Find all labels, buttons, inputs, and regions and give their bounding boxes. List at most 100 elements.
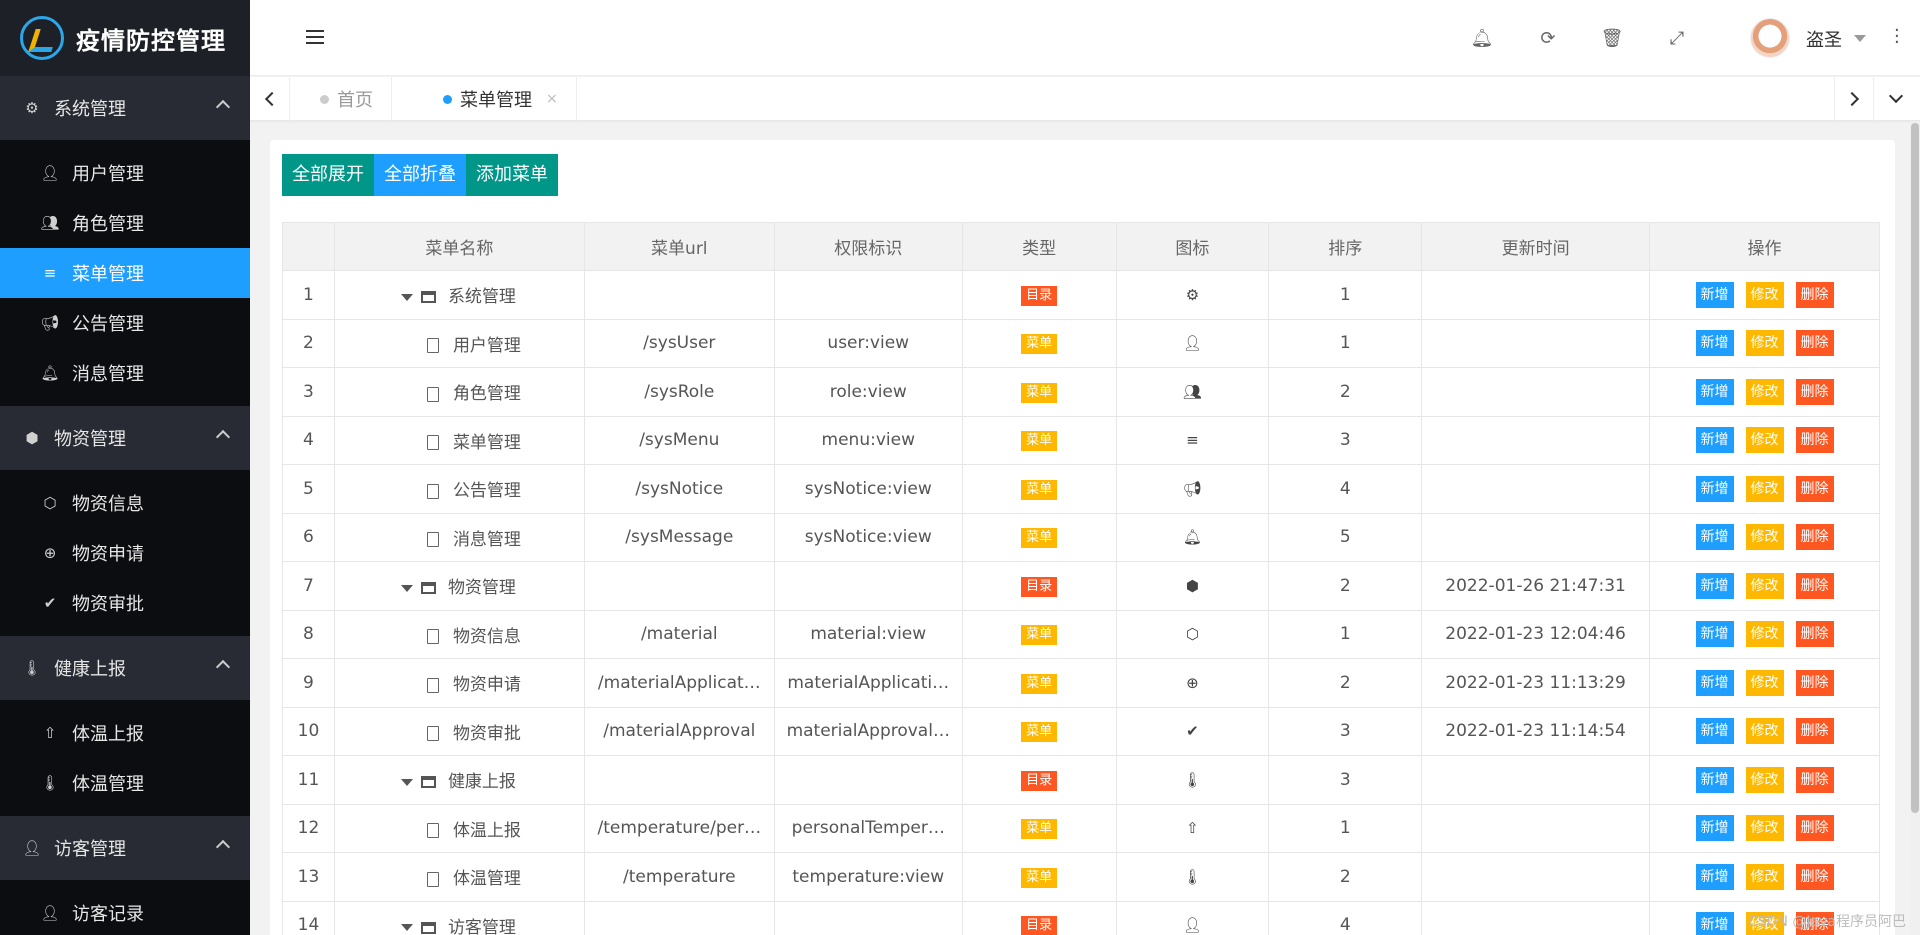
user-icon: 👤︎ — [40, 164, 60, 182]
add-button[interactable]: 新增 — [1695, 281, 1734, 308]
icon-cell: 🌡︎ — [1115, 755, 1270, 805]
close-icon[interactable]: × — [546, 91, 558, 107]
caret-down-icon[interactable] — [400, 924, 413, 932]
type-badge: 菜单 — [1021, 867, 1058, 888]
permission — [773, 561, 963, 611]
edit-button[interactable]: 修改 — [1745, 766, 1784, 793]
icon-cell: ⇧ — [1115, 803, 1270, 853]
sidebar-item[interactable]: 🔔︎ 消息管理 — [0, 348, 250, 398]
actions-cell: 新增 修改 删除 — [1649, 658, 1880, 708]
delete-button[interactable]: 删除 — [1795, 475, 1834, 502]
tab-menu-management[interactable]: 菜单管理 × — [413, 77, 577, 121]
caret-down-icon[interactable] — [400, 293, 413, 301]
delete-button[interactable]: 删除 — [1795, 378, 1834, 405]
sidebar-item[interactable]: 👤︎ 访客记录 — [0, 888, 250, 935]
actions-cell: 新增 修改 删除 — [1649, 367, 1880, 417]
scrollbar[interactable] — [1910, 121, 1920, 935]
more-icon[interactable]: · · · — [1894, 22, 1900, 52]
tab-scroll-right-button[interactable] — [1834, 77, 1874, 121]
delete-button[interactable]: 删除 — [1795, 524, 1834, 551]
permission: material:view — [773, 609, 963, 659]
sidebar-item[interactable]: 👤︎ 用户管理 — [0, 148, 250, 198]
trash-icon[interactable]: 🗑︎ — [1601, 28, 1624, 49]
column-header: 图标 — [1115, 222, 1270, 271]
delete-button[interactable]: 删除 — [1795, 718, 1834, 745]
edit-button[interactable]: 修改 — [1745, 475, 1784, 502]
sidebar-item[interactable]: ⇧ 体温上报 — [0, 708, 250, 758]
username[interactable]: 盗圣 — [1806, 26, 1842, 52]
column-header: 菜单名称 — [333, 222, 585, 271]
sidebar-group[interactable]: 👤︎ 访客管理 — [0, 816, 250, 880]
menu-toggle-icon[interactable] — [306, 30, 324, 46]
edit-button[interactable]: 修改 — [1745, 378, 1784, 405]
collapse-all-button[interactable]: 全部折叠 — [374, 154, 466, 196]
delete-button[interactable]: 删除 — [1795, 330, 1834, 357]
edit-button[interactable]: 修改 — [1745, 427, 1784, 454]
menu-name-cell: 物资管理 — [333, 561, 585, 611]
menu-name-cell: 消息管理 — [333, 512, 585, 562]
scrollbar-thumb[interactable] — [1911, 123, 1919, 813]
add-button[interactable]: 新增 — [1695, 912, 1734, 935]
fullscreen-icon[interactable]: ⤢ — [1667, 28, 1687, 49]
chevron-up-icon — [215, 429, 231, 445]
add-button[interactable]: 新增 — [1695, 621, 1734, 648]
sidebar-item[interactable]: ✔ 物资审批 — [0, 578, 250, 628]
delete-button[interactable]: 删除 — [1795, 621, 1834, 648]
avatar[interactable] — [1750, 18, 1790, 58]
edit-button[interactable]: 修改 — [1745, 330, 1784, 357]
add-button[interactable]: 新增 — [1695, 572, 1734, 599]
edit-button[interactable]: 修改 — [1745, 669, 1784, 696]
edit-button[interactable]: 修改 — [1745, 863, 1784, 890]
column-header: 类型 — [961, 222, 1117, 271]
type-badge: 菜单 — [1021, 528, 1058, 549]
logo[interactable]: 疫情防控管理 — [0, 0, 250, 76]
edit-button[interactable]: 修改 — [1745, 572, 1784, 599]
caret-down-icon[interactable] — [400, 778, 413, 786]
sidebar-item[interactable]: 📢︎ 公告管理 — [0, 298, 250, 348]
sidebar-item[interactable]: 👥︎ 角色管理 — [0, 198, 250, 248]
delete-button[interactable]: 删除 — [1795, 766, 1834, 793]
delete-button[interactable]: 删除 — [1795, 863, 1834, 890]
add-menu-button[interactable]: 添加菜单 — [466, 154, 558, 196]
row-index: 13 — [282, 852, 335, 902]
file-icon — [426, 338, 439, 354]
add-button[interactable]: 新增 — [1695, 330, 1734, 357]
refresh-icon[interactable]: ⟳ — [1538, 28, 1558, 49]
delete-button[interactable]: 删除 — [1795, 281, 1834, 308]
add-button[interactable]: 新增 — [1695, 475, 1734, 502]
edit-button[interactable]: 修改 — [1745, 815, 1784, 842]
add-button[interactable]: 新增 — [1695, 815, 1734, 842]
edit-button[interactable]: 修改 — [1745, 718, 1784, 745]
edit-button[interactable]: 修改 — [1745, 281, 1784, 308]
tab-scroll-left-button[interactable] — [250, 77, 290, 121]
add-button[interactable]: 新增 — [1695, 766, 1734, 793]
sidebar-item[interactable]: ≡ 菜单管理 — [0, 248, 250, 298]
bell-icon[interactable]: 🔔︎ — [1471, 28, 1494, 49]
row-index: 10 — [282, 706, 335, 756]
updated-time — [1421, 803, 1651, 853]
sidebar-group[interactable]: 🌡︎ 健康上报 — [0, 636, 250, 700]
tab-home[interactable]: 首页 — [290, 77, 392, 121]
delete-button[interactable]: 删除 — [1795, 669, 1834, 696]
chevron-down-icon[interactable] — [1854, 35, 1866, 42]
edit-button[interactable]: 修改 — [1745, 621, 1784, 648]
sidebar-item[interactable]: ⊕ 物资申请 — [0, 528, 250, 578]
add-button[interactable]: 新增 — [1695, 718, 1734, 745]
sidebar-item[interactable]: 🌡︎ 体温管理 — [0, 758, 250, 808]
delete-button[interactable]: 删除 — [1795, 427, 1834, 454]
edit-button[interactable]: 修改 — [1745, 524, 1784, 551]
caret-down-icon[interactable] — [400, 584, 413, 592]
delete-button[interactable]: 删除 — [1795, 815, 1834, 842]
add-button[interactable]: 新增 — [1695, 524, 1734, 551]
add-button[interactable]: 新增 — [1695, 378, 1734, 405]
delete-button[interactable]: 删除 — [1795, 572, 1834, 599]
sidebar-item[interactable]: ⬡ 物资信息 — [0, 478, 250, 528]
add-button[interactable]: 新增 — [1695, 427, 1734, 454]
add-button[interactable]: 新增 — [1695, 863, 1734, 890]
tab-menu-button[interactable] — [1876, 77, 1916, 121]
expand-all-button[interactable]: 全部展开 — [282, 154, 374, 196]
add-button[interactable]: 新增 — [1695, 669, 1734, 696]
tab-label: 首页 — [337, 90, 373, 111]
sidebar-group[interactable]: ⬢ 物资管理 — [0, 406, 250, 470]
sidebar-group[interactable]: ⚙ 系统管理 — [0, 76, 250, 140]
